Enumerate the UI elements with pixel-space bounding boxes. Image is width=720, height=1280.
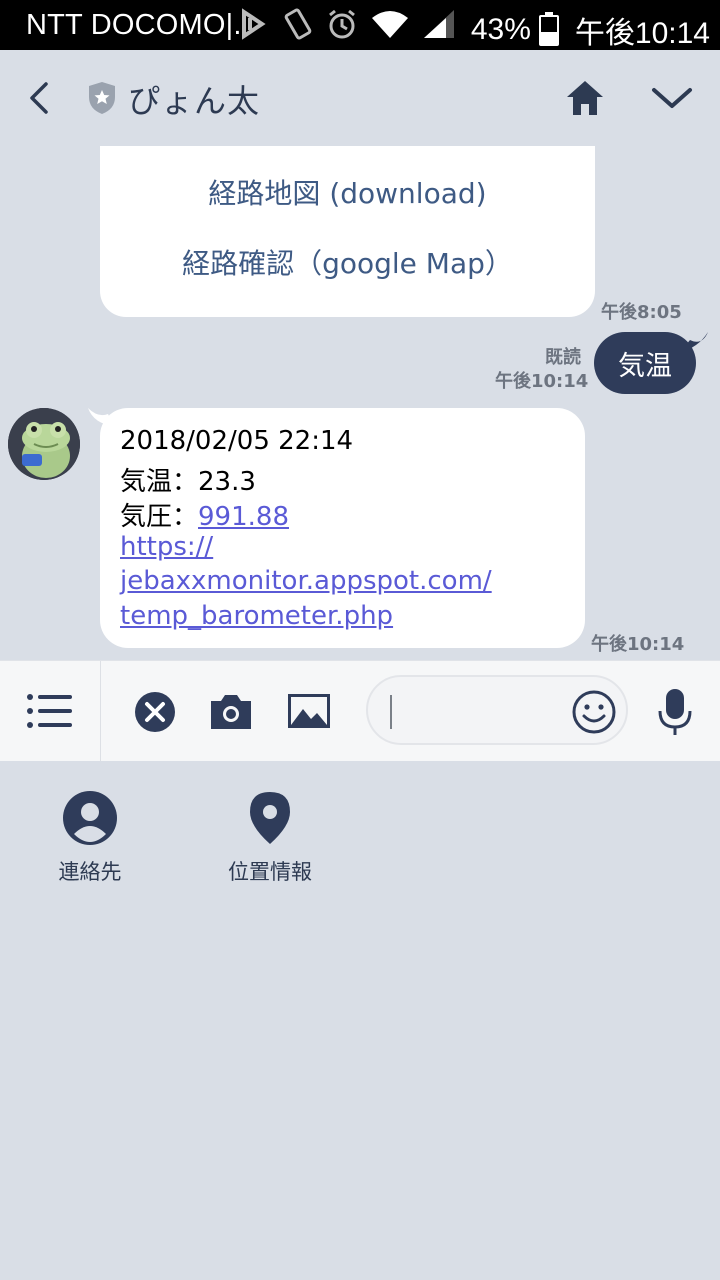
chevron-down-icon[interactable] (650, 82, 694, 114)
message-timestamp: 午後8:05 (601, 302, 682, 323)
read-receipt: 既読 (545, 347, 581, 368)
shield-icon (89, 82, 115, 114)
route-map-download-link[interactable]: 経路地図 (download) (100, 172, 595, 212)
chat-title[interactable]: ぴょん太 (128, 76, 260, 122)
route-google-map-link[interactable]: 経路確認（google Map） (100, 242, 595, 282)
clock: 午後10:14 (574, 17, 710, 50)
message-temperature: 気温：23.3 (120, 467, 256, 497)
message-pressure: 気圧：991.88 (120, 496, 289, 533)
route-card-message: 経路地図 (download) 経路確認（google Map） (100, 146, 595, 317)
mic-icon[interactable] (656, 687, 694, 737)
url-link-part[interactable]: temp_barometer.php (120, 601, 393, 631)
status-bar: NTT DOCOMO|. 43% 午後10:14 (0, 0, 720, 50)
location-label: 位置情報 (228, 860, 312, 884)
sent-message-bubble[interactable]: 気温 (594, 332, 696, 394)
vibrate-icon (284, 8, 312, 40)
input-toolbar (0, 660, 720, 761)
url-link-part[interactable]: https:// (120, 532, 213, 562)
avatar[interactable] (8, 408, 80, 480)
battery-percent: 43% (470, 13, 531, 46)
battery-icon (538, 11, 559, 46)
camera-icon[interactable] (209, 691, 253, 731)
menu-icon[interactable] (26, 691, 74, 731)
smiley-icon[interactable] (571, 689, 617, 735)
attach-location-button[interactable]: 位置情報 (210, 790, 330, 886)
pressure-value-link[interactable]: 991.88 (198, 502, 289, 532)
toolbar-divider (100, 661, 101, 761)
message-timestamp: 午後10:14 (495, 371, 589, 392)
message-datetime: 2018/02/05 22:14 (120, 426, 354, 456)
url-link-part[interactable]: jebaxxmonitor.appspot.com/ (120, 566, 492, 596)
nfc-icon (242, 8, 266, 40)
contact-icon (63, 791, 117, 845)
signal-icon (424, 10, 454, 38)
image-icon[interactable] (287, 691, 331, 731)
frog-avatar-image (8, 408, 80, 480)
pressure-label: 気圧： (120, 502, 199, 532)
location-pin-icon (250, 792, 290, 844)
attach-contact-button[interactable]: 連絡先 (30, 790, 150, 886)
wifi-icon (372, 11, 408, 38)
back-icon[interactable] (22, 80, 58, 116)
home-icon[interactable] (564, 78, 606, 118)
contact-label: 連絡先 (58, 860, 122, 884)
text-caret (390, 695, 392, 729)
close-icon[interactable] (134, 691, 176, 733)
status-icons (240, 8, 456, 40)
carrier-name: NTT DOCOMO|. (26, 9, 242, 41)
alarm-icon (329, 9, 355, 39)
status-right: 43% 午後10:14 (471, 8, 710, 52)
message-timestamp: 午後10:14 (591, 634, 685, 655)
chat-header: ぴょん太 (0, 50, 720, 146)
received-message-bubble[interactable]: 2018/02/05 22:14 気温：23.3 気圧：991.88 https… (100, 408, 585, 648)
